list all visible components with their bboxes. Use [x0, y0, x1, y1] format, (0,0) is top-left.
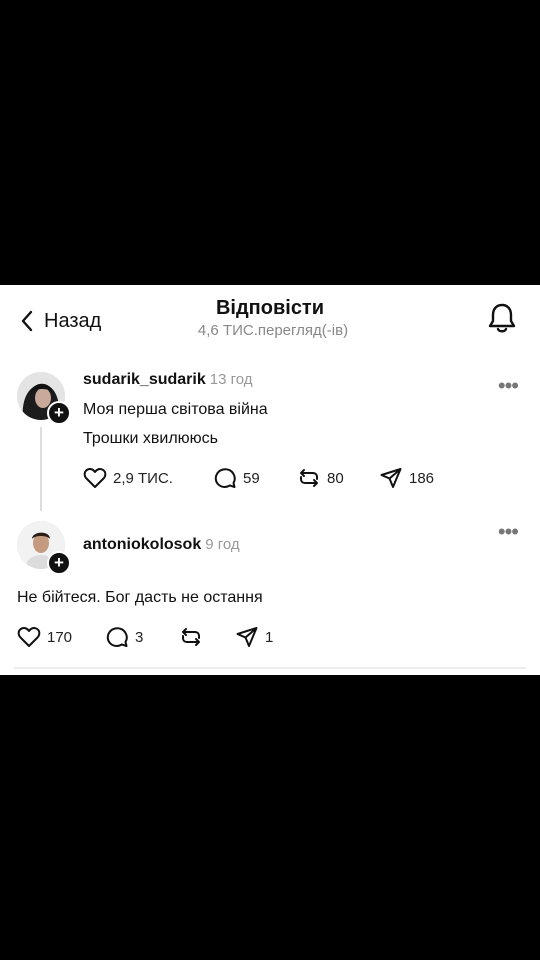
header: Назад Відповісти 4,6 ТИС.перегляд(-ів) [0, 285, 540, 355]
like-button[interactable]: 170 [17, 626, 105, 648]
repost-icon [300, 469, 318, 487]
bell-icon[interactable] [486, 301, 518, 335]
post-text-line: Не бійтеся. Бог дасть не остання [17, 589, 263, 606]
share-button[interactable]: 186 [379, 466, 434, 490]
username[interactable]: antoniokolosok [83, 536, 201, 553]
heart-icon [83, 467, 107, 488]
post-time: 13 год [209, 371, 253, 388]
comment-icon [214, 468, 236, 488]
follow-plus-icon[interactable]: + [47, 551, 71, 575]
post-text-line: Моя перша світова війна [83, 401, 268, 418]
like-count: 170 [47, 628, 73, 646]
comment-button[interactable]: 59 [213, 466, 297, 490]
comment-icon [106, 627, 128, 647]
repost-icon [182, 628, 200, 646]
share-count: 1 [265, 628, 274, 646]
username[interactable]: sudarik_sudarik [83, 371, 206, 388]
send-icon [236, 627, 258, 647]
repost-button[interactable] [179, 625, 235, 649]
post-username[interactable]: antoniokolosok 9 год [83, 536, 240, 554]
follow-plus-icon[interactable]: + [47, 401, 71, 425]
more-icon[interactable]: ••• [498, 375, 519, 397]
post-time: 9 год [205, 536, 240, 553]
share-button[interactable]: 1 [235, 625, 273, 649]
repost-button[interactable]: 80 [297, 466, 379, 490]
reply-screen: Назад Відповісти 4,6 ТИС.перегляд(-ів) +… [0, 285, 540, 675]
post-actions: 2,9 ТИС. 59 80 186 [83, 466, 434, 490]
comment-button[interactable]: 3 [105, 625, 179, 649]
post-actions: 170 3 1 [17, 625, 273, 649]
send-icon [380, 468, 402, 488]
thread-line [40, 427, 42, 511]
more-icon[interactable]: ••• [498, 521, 519, 543]
heart-icon [17, 626, 41, 647]
view-count: 4,6 ТИС.перегляд(-ів) [197, 322, 349, 339]
like-count: 2,9 ТИС. [113, 469, 173, 487]
repost-count: 80 [327, 469, 344, 487]
page-title: Відповісти [215, 297, 325, 319]
post-username[interactable]: sudarik_sudarik 13 год [83, 371, 253, 389]
divider [14, 667, 526, 669]
like-button[interactable]: 2,9 ТИС. [83, 467, 213, 489]
post-text-line: Трошки хвилююсь [83, 430, 218, 447]
share-count: 186 [409, 469, 435, 487]
comment-count: 59 [243, 469, 260, 487]
comment-count: 3 [135, 628, 144, 646]
